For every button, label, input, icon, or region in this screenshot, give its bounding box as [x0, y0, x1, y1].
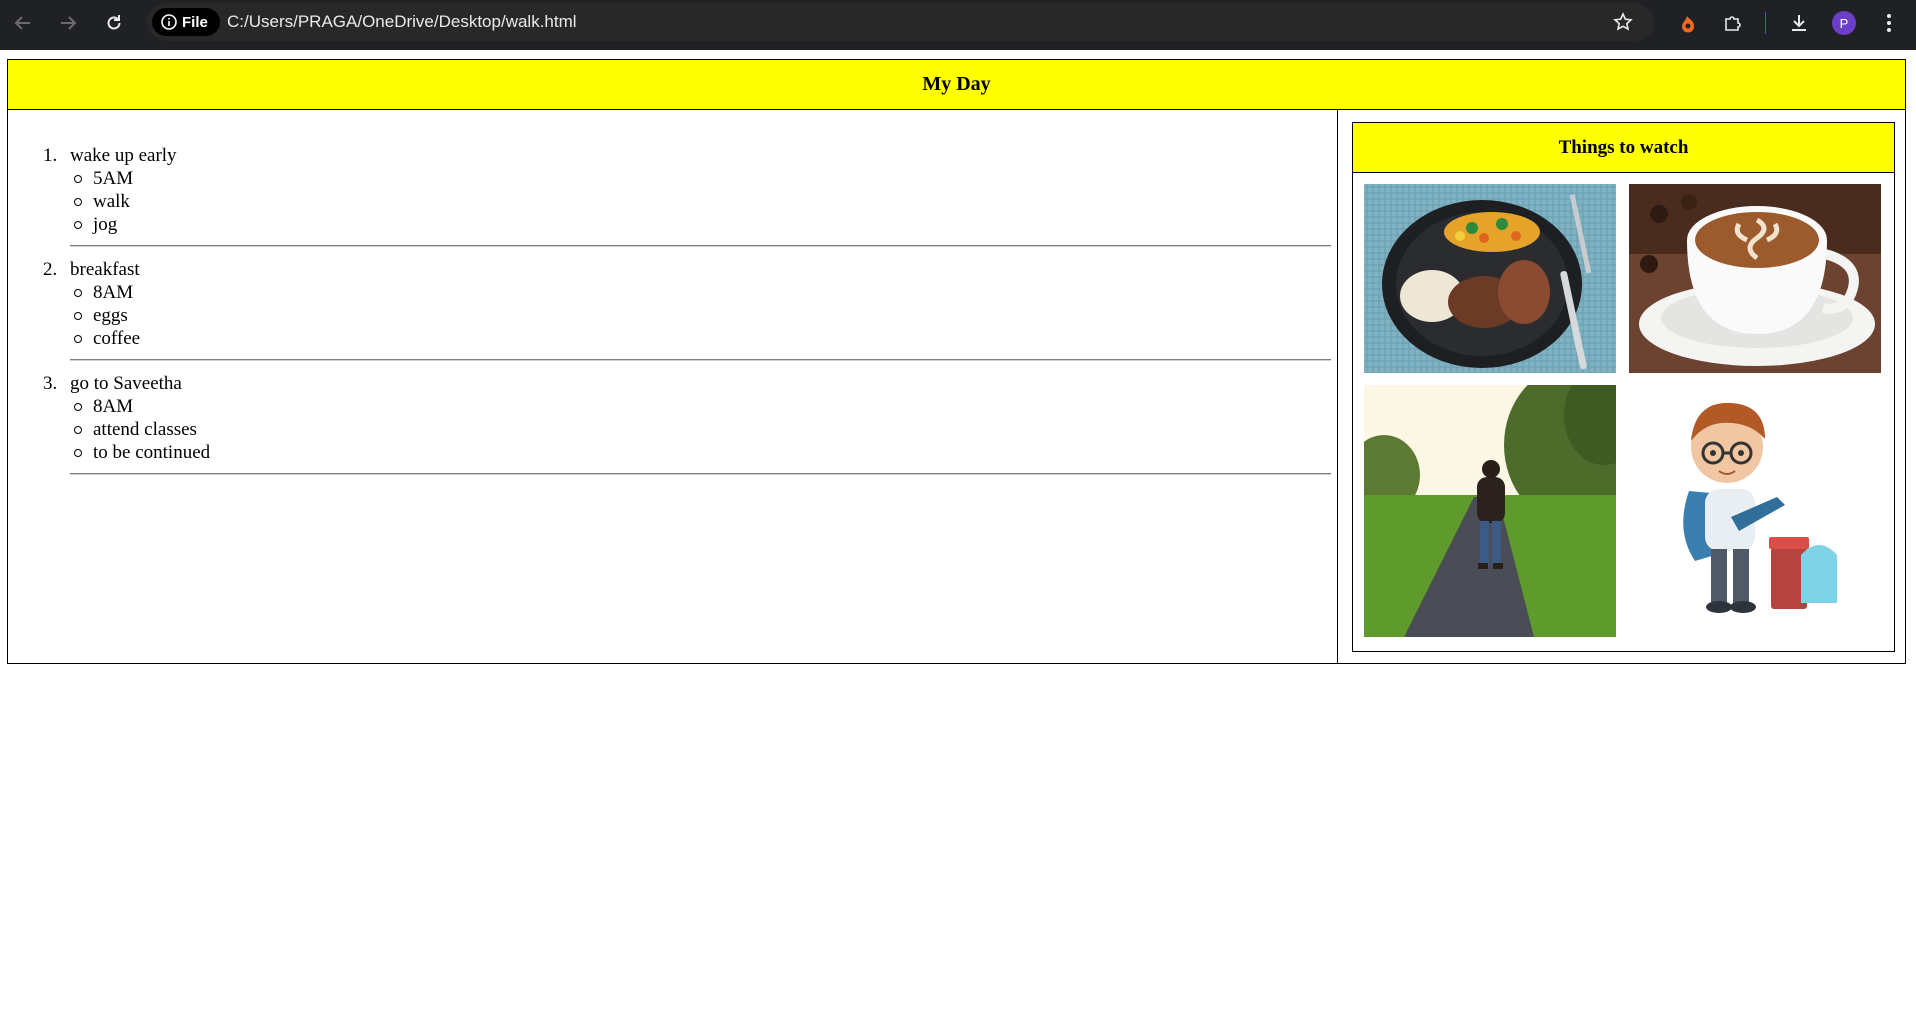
- list-item: 3. go to Saveetha 8AM attend classes to …: [43, 372, 1331, 475]
- things-to-watch-panel: Things to watch: [1352, 122, 1895, 652]
- forward-arrow-icon: [61, 16, 77, 30]
- sub-list: 8AM attend classes to be continued: [74, 395, 1331, 464]
- forward-button[interactable]: [54, 9, 82, 37]
- sub-list-item: to be continued: [74, 441, 1331, 464]
- sub-list-item: 8AM: [74, 281, 1331, 304]
- food-plate-image: [1364, 184, 1616, 373]
- sub-list-item: walk: [74, 190, 1331, 213]
- extensions-menu-button[interactable]: [1719, 9, 1747, 37]
- list-item-label: breakfast: [70, 259, 140, 280]
- star-icon: [1613, 12, 1633, 31]
- panel-title: Things to watch: [1353, 123, 1894, 173]
- page-title: My Day: [8, 60, 1905, 110]
- bookmark-button[interactable]: [1609, 8, 1637, 36]
- browser-menu-button[interactable]: [1875, 9, 1903, 37]
- horizontal-rule: [70, 359, 1331, 361]
- horizontal-rule: [70, 245, 1331, 247]
- kebab-menu-icon: [1887, 14, 1891, 32]
- url-text[interactable]: C:/Users/PRAGA/OneDrive/Desktop/walk.htm…: [227, 12, 577, 32]
- list-item-label: go to Saveetha: [70, 373, 182, 394]
- back-arrow-icon: [14, 16, 30, 30]
- day-list: 1. wake up early 5AM walk jog 2. breakfa…: [43, 144, 1331, 486]
- downloads-button[interactable]: [1785, 9, 1813, 37]
- list-number: 2.: [43, 259, 58, 280]
- info-icon: [161, 14, 177, 30]
- toolbar-separator: [1765, 12, 1766, 34]
- column-divider: [1337, 109, 1338, 664]
- reload-button[interactable]: [100, 9, 128, 37]
- list-number: 3.: [43, 373, 58, 394]
- reload-icon: [107, 15, 121, 30]
- sub-list-item: coffee: [74, 327, 1331, 350]
- puzzle-icon: [1725, 16, 1741, 31]
- sub-list-item: eggs: [74, 304, 1331, 327]
- extension-flame-icon: [1682, 16, 1695, 33]
- site-info-label: File: [182, 13, 208, 31]
- address-bar[interactable]: File C:/Users/PRAGA/OneDrive/Desktop/wal…: [147, 3, 1654, 41]
- sub-list-item: 5AM: [74, 167, 1331, 190]
- back-button[interactable]: [9, 9, 37, 37]
- avatar: P: [1832, 11, 1856, 35]
- sub-list: 5AM walk jog: [74, 167, 1331, 236]
- browser-toolbar: File C:/Users/PRAGA/OneDrive/Desktop/wal…: [0, 0, 1916, 50]
- sub-list-item: 8AM: [74, 395, 1331, 418]
- page-table: My Day 1. wake up early 5AM walk jog 2. …: [7, 59, 1906, 664]
- sub-list-item: attend classes: [74, 418, 1331, 441]
- sub-list: 8AM eggs coffee: [74, 281, 1331, 350]
- coffee-cup-image: [1629, 184, 1881, 373]
- sub-list-item: jog: [74, 213, 1331, 236]
- list-item-label: wake up early: [70, 145, 177, 166]
- profile-button[interactable]: P: [1830, 9, 1858, 37]
- list-item: 2. breakfast 8AM eggs coffee: [43, 258, 1331, 361]
- horizontal-rule: [70, 473, 1331, 475]
- boy-reading-image: [1629, 385, 1881, 637]
- list-number: 1.: [43, 145, 58, 166]
- download-icon: [1792, 15, 1806, 31]
- walking-path-image: [1364, 385, 1616, 637]
- list-item: 1. wake up early 5AM walk jog: [43, 144, 1331, 247]
- site-info-chip[interactable]: File: [152, 8, 220, 36]
- extension-button[interactable]: [1674, 9, 1702, 37]
